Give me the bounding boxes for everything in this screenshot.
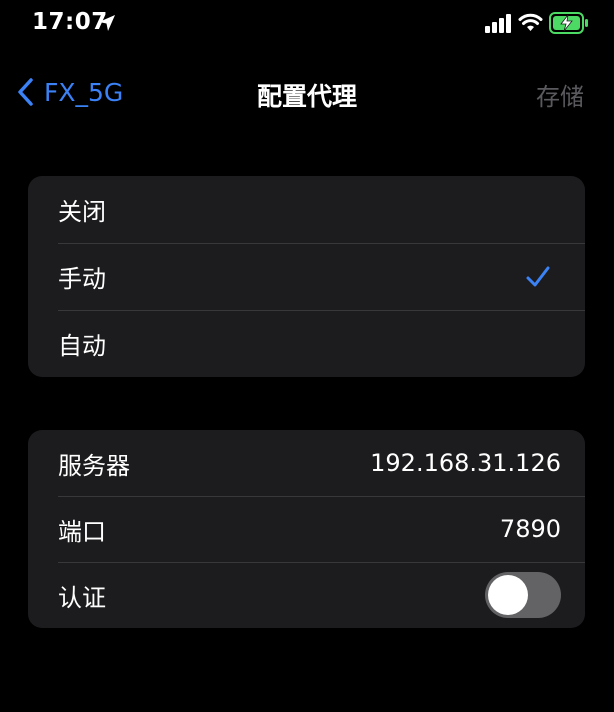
wifi-icon: [518, 13, 543, 31]
proxy-mode-label: 自动: [58, 332, 106, 360]
proxy-mode-label: 关闭: [58, 198, 106, 226]
page-title: 配置代理: [256, 82, 357, 111]
server-label: 服务器: [58, 451, 130, 480]
port-label: 端口: [58, 517, 106, 546]
checkmark-icon: [526, 266, 550, 286]
toggle-knob: [488, 575, 528, 615]
server-row[interactable]: 服务器 192.168.31.126: [28, 430, 585, 496]
navigation-bar: FX_5G 配置代理 存储: [0, 60, 614, 124]
proxy-settings-list: 服务器 192.168.31.126 端口 7890 认证: [28, 430, 585, 628]
proxy-mode-auto[interactable]: 自动: [28, 310, 585, 377]
proxy-mode-manual[interactable]: 手动: [28, 243, 585, 310]
location-arrow-icon: [99, 15, 115, 31]
proxy-mode-off[interactable]: 关闭: [28, 176, 585, 243]
cellular-signal-icon: [485, 14, 511, 33]
auth-toggle[interactable]: [485, 572, 561, 618]
auth-row: 认证: [28, 562, 585, 628]
status-bar: 17:07: [0, 0, 614, 48]
proxy-mode-list: 关闭 手动 自动: [28, 176, 585, 377]
save-button[interactable]: 存储: [536, 77, 584, 112]
port-row[interactable]: 端口 7890: [28, 496, 585, 562]
server-value[interactable]: 192.168.31.126: [370, 449, 561, 477]
auth-label: 认证: [58, 583, 106, 612]
proxy-mode-label: 手动: [58, 265, 106, 293]
battery-charging-icon: [549, 12, 588, 34]
port-value[interactable]: 7890: [500, 515, 561, 543]
